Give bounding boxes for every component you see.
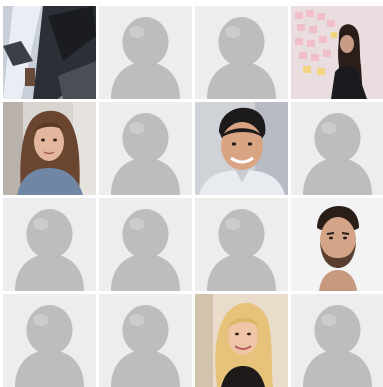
profile-photo-tile[interactable] [195, 294, 288, 387]
default-avatar-icon [3, 198, 96, 291]
default-avatar-icon [99, 102, 192, 195]
default-avatar-icon [3, 294, 96, 387]
profile-photo-tile[interactable] [291, 6, 383, 99]
default-avatar-icon [291, 294, 383, 387]
default-avatar-icon [291, 102, 383, 195]
default-avatar-icon [99, 294, 192, 387]
default-avatar-tile[interactable] [195, 198, 288, 291]
default-avatar-icon [99, 198, 192, 291]
profile-photo-tile[interactable] [3, 6, 96, 99]
default-avatar-tile[interactable] [3, 294, 96, 387]
profile-photo [3, 6, 96, 99]
default-avatar-tile[interactable] [99, 198, 192, 291]
profile-photo-tile[interactable] [3, 102, 96, 195]
profile-photo [195, 294, 288, 387]
default-avatar-icon [195, 198, 288, 291]
default-avatar-tile[interactable] [291, 102, 383, 195]
profile-photo [291, 198, 383, 291]
profile-photo [291, 6, 383, 99]
profile-photo-grid [3, 6, 383, 387]
default-avatar-tile[interactable] [195, 6, 288, 99]
default-avatar-tile[interactable] [99, 6, 192, 99]
default-avatar-icon [99, 6, 192, 99]
default-avatar-tile[interactable] [99, 294, 192, 387]
default-avatar-icon [195, 6, 288, 99]
default-avatar-tile[interactable] [291, 294, 383, 387]
default-avatar-tile[interactable] [3, 198, 96, 291]
default-avatar-tile[interactable] [99, 102, 192, 195]
profile-photo-tile[interactable] [291, 198, 383, 291]
profile-photo [195, 102, 288, 195]
profile-photo-tile[interactable] [195, 102, 288, 195]
profile-photo [3, 102, 96, 195]
